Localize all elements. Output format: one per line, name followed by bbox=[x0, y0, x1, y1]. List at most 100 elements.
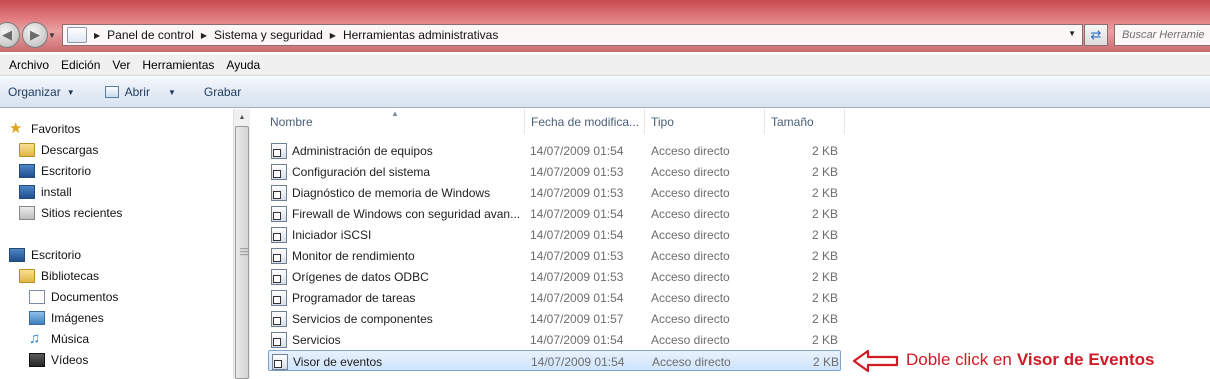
file-name: Iniciador iSCSI bbox=[292, 227, 372, 242]
file-name-cell: Orígenes de datos ODBC bbox=[271, 266, 429, 287]
nav-recent-places[interactable]: Sitios recientes bbox=[19, 202, 122, 223]
file-name-cell: Monitor de rendimiento bbox=[271, 245, 415, 266]
shortcut-icon bbox=[271, 247, 287, 264]
images-icon bbox=[29, 310, 45, 325]
address-bar[interactable]: ▶ Panel de control ▶ Sistema y seguridad… bbox=[62, 24, 1083, 46]
file-row[interactable]: Programador de tareas 14/07/2009 01:54 Acc… bbox=[268, 287, 841, 308]
scroll-thumb[interactable]: — — — bbox=[235, 126, 249, 379]
menu-herramientas[interactable]: Herramientas bbox=[142, 58, 214, 72]
file-date: 14/07/2009 01:54 bbox=[530, 143, 624, 158]
search-input[interactable]: Buscar Herramie bbox=[1114, 24, 1210, 46]
breadcrumb-system-security[interactable]: Sistema y seguridad bbox=[214, 28, 323, 42]
command-bar: Organizar ▼ Abrir ▼ Grabar bbox=[0, 77, 1210, 108]
nav-music[interactable]: ♫ Música bbox=[29, 328, 89, 349]
file-name-cell: Visor de eventos bbox=[272, 351, 382, 372]
nav-install[interactable]: install bbox=[19, 181, 72, 202]
file-date: 14/07/2009 01:53 bbox=[530, 185, 624, 200]
file-date: 14/07/2009 01:57 bbox=[530, 311, 624, 326]
menu-ayuda[interactable]: Ayuda bbox=[226, 58, 260, 72]
nav-libraries[interactable]: Bibliotecas bbox=[19, 265, 99, 286]
navigation-scrollbar[interactable]: ▲ — — — bbox=[233, 109, 250, 379]
nav-label: Descargas bbox=[41, 142, 99, 157]
burn-button[interactable]: Grabar bbox=[204, 85, 241, 99]
refresh-button[interactable]: ⇄ bbox=[1084, 24, 1108, 46]
nav-label: Documentos bbox=[51, 289, 119, 304]
file-size: 2 KB bbox=[811, 206, 838, 221]
file-name-cell: Programador de tareas bbox=[271, 287, 415, 308]
column-header-size[interactable]: Tamaño bbox=[764, 109, 845, 134]
file-size: 2 KB bbox=[811, 269, 838, 284]
open-button[interactable]: Abrir bbox=[104, 85, 150, 99]
open-options-button[interactable]: ▼ bbox=[162, 88, 176, 97]
file-name: Diagnóstico de memoria de Windows bbox=[292, 185, 491, 200]
file-date: 14/07/2009 01:54 bbox=[531, 354, 625, 369]
file-row[interactable]: Administración de equipos 14/07/2009 01:5… bbox=[268, 140, 841, 161]
file-size: 2 KB bbox=[811, 311, 838, 326]
file-row[interactable]: Visor de eventos 14/07/2009 01:54 Acceso d… bbox=[268, 350, 841, 371]
file-size: 2 KB bbox=[811, 332, 838, 347]
file-row[interactable]: Configuración del sistema 14/07/2009 01:5… bbox=[268, 161, 841, 182]
nav-documents[interactable]: Documentos bbox=[29, 286, 118, 307]
nav-images[interactable]: Imágenes bbox=[29, 307, 104, 328]
file-date: 14/07/2009 01:53 bbox=[530, 164, 624, 179]
scroll-grip-icon: — — — bbox=[240, 244, 248, 259]
forward-button[interactable]: ▶ bbox=[22, 22, 48, 48]
file-name: Programador de tareas bbox=[292, 290, 416, 305]
open-icon bbox=[104, 86, 119, 98]
menu-ver[interactable]: Ver bbox=[112, 58, 130, 72]
organize-label: Organizar bbox=[8, 85, 61, 99]
breadcrumb-admin-tools[interactable]: Herramientas administrativas bbox=[343, 28, 498, 42]
file-name-cell: Configuración del sistema bbox=[271, 161, 430, 182]
file-name: Servicios de componentes bbox=[292, 311, 433, 326]
file-row[interactable]: Servicios de componentes 14/07/2009 01:57… bbox=[268, 308, 841, 329]
videos-icon bbox=[29, 352, 45, 367]
file-date: 14/07/2009 01:53 bbox=[530, 269, 624, 284]
file-type: Acceso directo bbox=[652, 354, 731, 369]
breadcrumb-control-panel[interactable]: Panel de control bbox=[107, 28, 194, 42]
organize-button[interactable]: Organizar ▼ bbox=[8, 85, 75, 99]
breadcrumb-separator-icon[interactable]: ▶ bbox=[94, 31, 100, 40]
nav-downloads[interactable]: Descargas bbox=[19, 139, 98, 160]
scroll-up-icon[interactable]: ▲ bbox=[234, 109, 250, 125]
file-size: 2 KB bbox=[811, 248, 838, 263]
documents-icon bbox=[29, 289, 45, 304]
shortcut-icon bbox=[271, 289, 287, 306]
file-type: Acceso directo bbox=[651, 269, 730, 284]
menu-edicion[interactable]: Edición bbox=[61, 58, 100, 72]
shortcut-icon bbox=[271, 331, 287, 348]
file-row[interactable]: Servicios 14/07/2009 01:54 Acceso directo 2… bbox=[268, 329, 841, 350]
file-type: Acceso directo bbox=[651, 143, 730, 158]
shortcut-icon bbox=[271, 163, 287, 180]
menu-archivo[interactable]: Archivo bbox=[9, 58, 49, 72]
file-name: Visor de eventos bbox=[293, 354, 383, 369]
file-row[interactable]: Monitor de rendimiento 14/07/2009 01:53 Ac… bbox=[268, 245, 841, 266]
shortcut-icon bbox=[271, 205, 287, 222]
nav-desktop[interactable]: Escritorio bbox=[9, 244, 81, 265]
nav-favorites[interactable]: ★ Favoritos bbox=[9, 118, 80, 139]
file-name: Monitor de rendimiento bbox=[292, 248, 415, 263]
column-header-type[interactable]: Tipo bbox=[644, 109, 765, 134]
window-titlebar: ◀ ▶ ▼ ▶ Panel de control ▶ Sistema y seg… bbox=[0, 0, 1210, 52]
file-row[interactable]: Firewall de Windows con seguridad avan..… bbox=[268, 203, 841, 224]
shortcut-icon bbox=[271, 268, 287, 285]
back-button[interactable]: ◀ bbox=[0, 22, 20, 48]
recent-pages-dropdown[interactable]: ▼ bbox=[48, 31, 56, 40]
address-dropdown-icon[interactable]: ▼ bbox=[1068, 29, 1076, 38]
install-icon bbox=[19, 184, 35, 199]
downloads-folder-icon bbox=[19, 142, 35, 157]
libraries-icon bbox=[19, 268, 35, 283]
nav-videos[interactable]: Vídeos bbox=[29, 349, 88, 370]
file-type: Acceso directo bbox=[651, 332, 730, 347]
chevron-down-icon: ▼ bbox=[66, 87, 75, 97]
nav-desktop-favorite[interactable]: Escritorio bbox=[19, 160, 91, 181]
breadcrumb-separator-icon[interactable]: ▶ bbox=[201, 31, 207, 40]
file-row[interactable]: Orígenes de datos ODBC 14/07/2009 01:53 Ac… bbox=[268, 266, 841, 287]
breadcrumb-separator-icon[interactable]: ▶ bbox=[330, 31, 336, 40]
column-header-date[interactable]: Fecha de modifica... bbox=[524, 109, 645, 134]
file-list: ▲ Nombre Fecha de modifica... Tipo Tamañ… bbox=[251, 109, 1210, 379]
column-header-name[interactable]: Nombre bbox=[263, 109, 525, 134]
file-row[interactable]: Diagnóstico de memoria de Windows 14/07/2… bbox=[268, 182, 841, 203]
annotation-arrow-icon bbox=[852, 349, 899, 373]
file-date: 14/07/2009 01:54 bbox=[530, 290, 624, 305]
file-row[interactable]: Iniciador iSCSI 14/07/2009 01:54 Acceso di… bbox=[268, 224, 841, 245]
